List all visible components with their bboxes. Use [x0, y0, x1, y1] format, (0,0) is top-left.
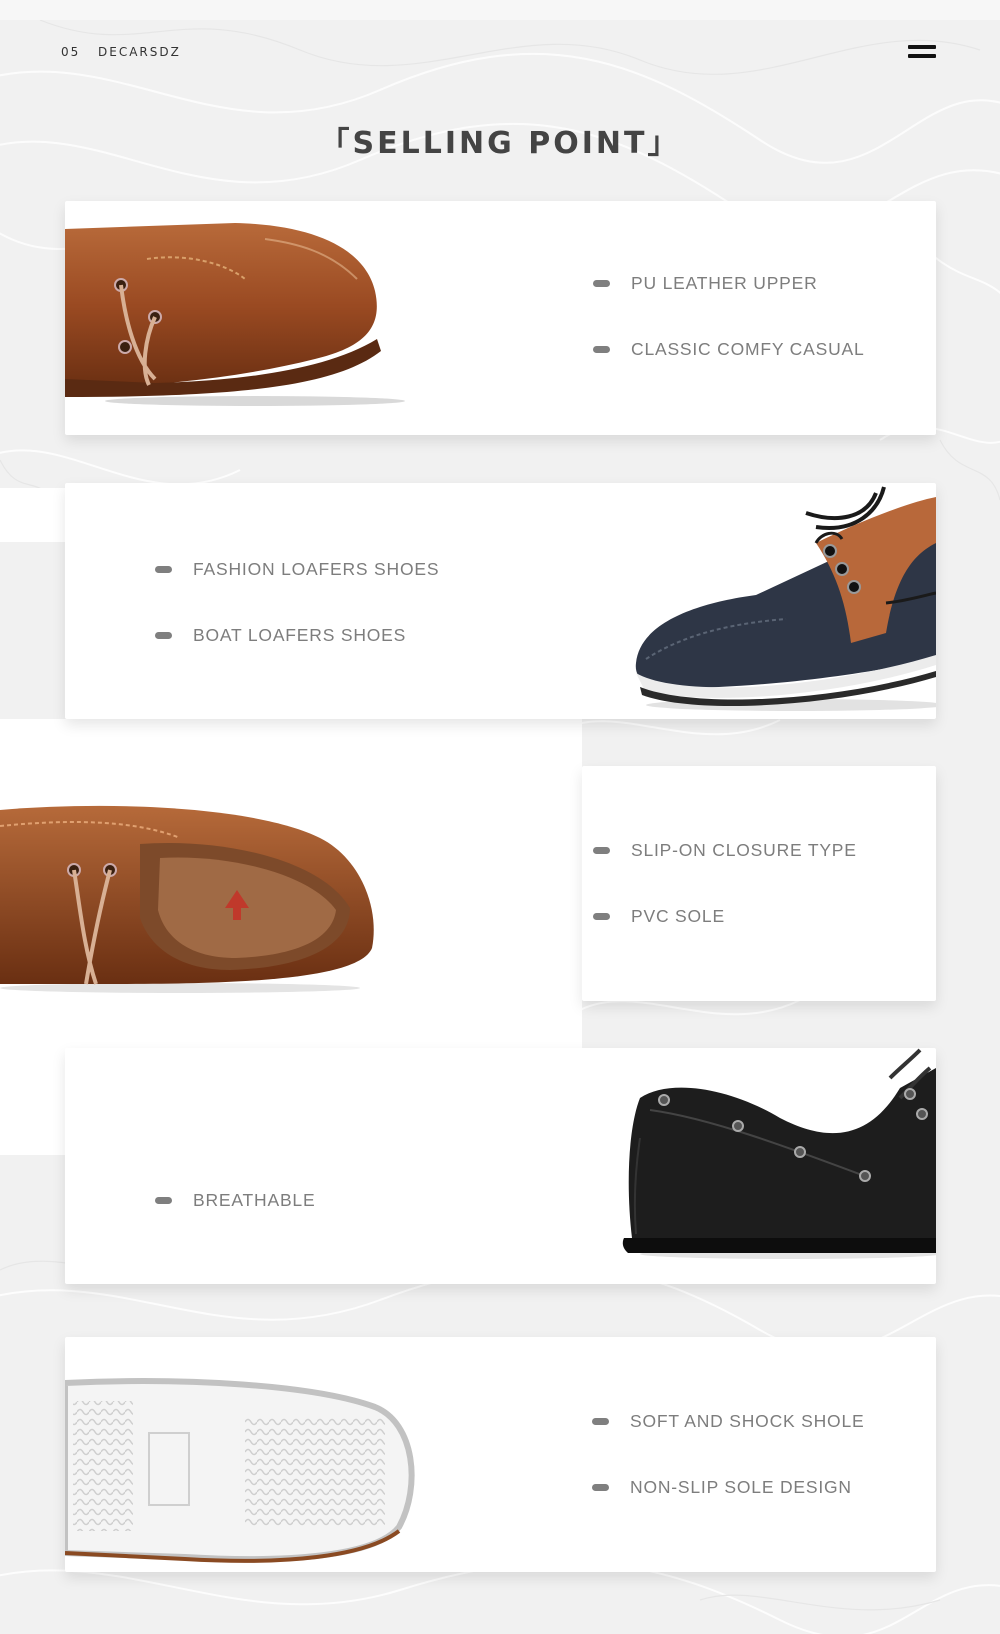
bullet-icon: [593, 345, 610, 353]
bullet-icon: [592, 1483, 609, 1491]
menu-line: [908, 45, 936, 49]
white-sole-image: [65, 1378, 415, 1563]
feature-text: NON-SLIP SOLE DESIGN: [630, 1476, 852, 1497]
feature-text: BOAT LOAFERS SHOES: [193, 624, 407, 645]
top-strip: [0, 0, 1000, 20]
feature-item: CLASSIC COMFY CASUAL: [593, 337, 865, 361]
feature-text: PU LEATHER UPPER: [631, 272, 818, 293]
feature-item: NON-SLIP SOLE DESIGN: [592, 1475, 852, 1499]
bullet-icon: [592, 1417, 609, 1425]
feature-text: PVC SOLE: [631, 905, 725, 926]
navy-brown-boat-shoe-image: [635, 486, 936, 711]
black-boat-shoe-image: [622, 1048, 936, 1259]
feature-item: PU LEATHER UPPER: [593, 271, 818, 295]
bullet-icon: [155, 631, 172, 639]
bullet-icon: [155, 565, 172, 573]
hamburger-menu-icon[interactable]: [908, 44, 936, 60]
bullet-icon: [593, 846, 610, 854]
bullet-icon: [593, 912, 610, 920]
brand-name: DECARSDZ: [98, 45, 181, 59]
selling-point-card-1: PU LEATHER UPPER CLASSIC COMFY CASUAL: [65, 201, 936, 435]
bullet-icon: [155, 1196, 172, 1204]
feature-text: BREATHABLE: [193, 1189, 316, 1210]
page-number: 05: [61, 45, 81, 59]
menu-line: [908, 54, 936, 58]
selling-point-card-2: FASHION LOAFERS SHOES BOAT LOAFERS SHOES: [65, 483, 936, 719]
selling-point-card-3: SLIP-ON CLOSURE TYPE PVC SOLE: [582, 766, 936, 1001]
feature-item: FASHION LOAFERS SHOES: [155, 557, 439, 581]
selling-point-card-5: SOFT AND SHOCK SHOLE NON-SLIP SOLE DESIG…: [65, 1337, 936, 1572]
bullet-icon: [593, 279, 610, 287]
feature-item: SLIP-ON CLOSURE TYPE: [593, 838, 857, 862]
feature-item: BREATHABLE: [155, 1188, 315, 1212]
feature-text: SOFT AND SHOCK SHOLE: [630, 1410, 865, 1431]
brown-boat-shoe-image: [65, 223, 405, 406]
page-title: 「SELLING POINT」: [319, 126, 681, 161]
feature-item: SOFT AND SHOCK SHOLE: [592, 1409, 864, 1433]
feature-item: BOAT LOAFERS SHOES: [155, 623, 406, 647]
feature-text: SLIP-ON CLOSURE TYPE: [631, 839, 857, 860]
selling-point-card-4: BREATHABLE: [65, 1048, 936, 1284]
white-block: [0, 488, 66, 542]
brown-boat-shoe-insole-image: [0, 805, 374, 993]
feature-item: PVC SOLE: [593, 904, 725, 928]
feature-text: FASHION LOAFERS SHOES: [193, 558, 440, 579]
feature-text: CLASSIC COMFY CASUAL: [631, 338, 865, 359]
